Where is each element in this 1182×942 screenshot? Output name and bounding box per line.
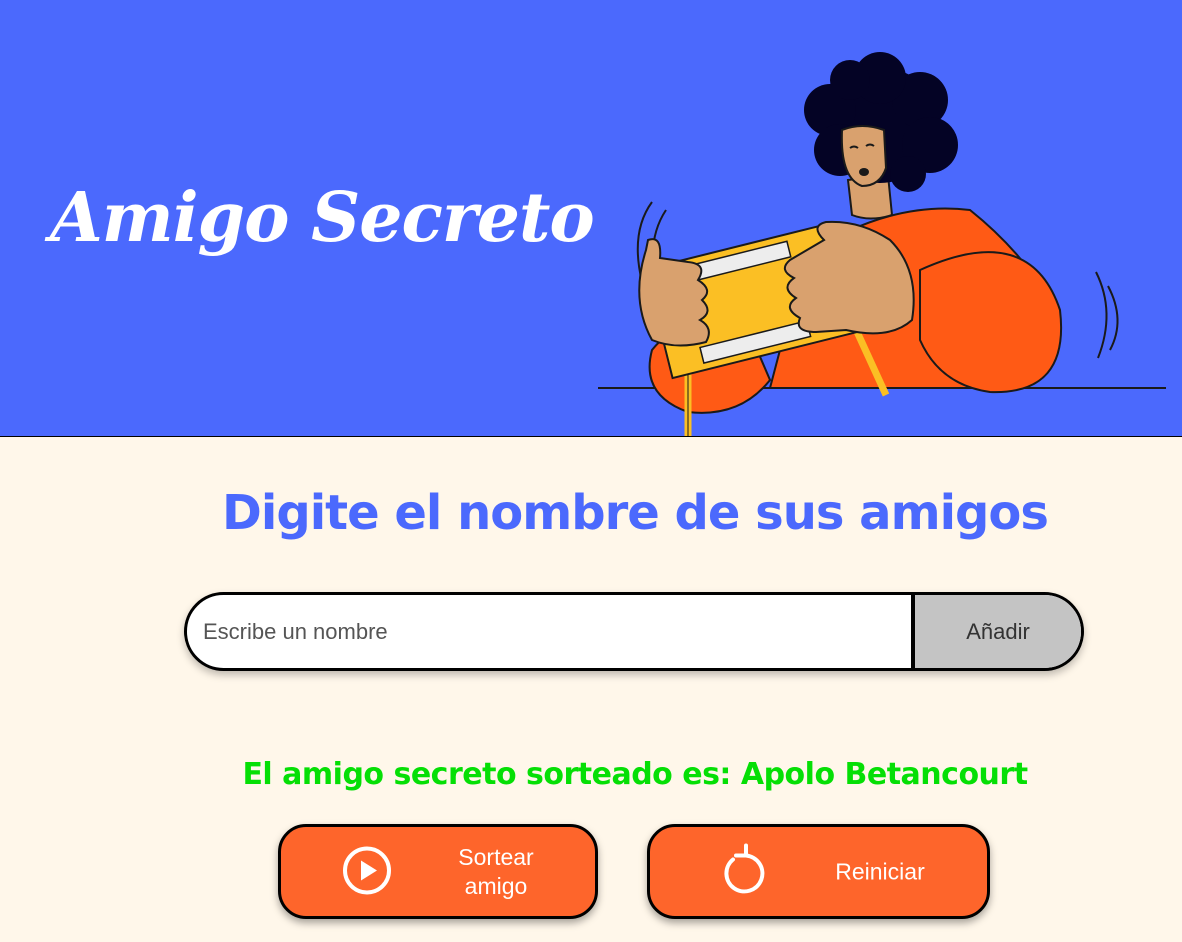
app-title: Amigo Secreto <box>50 178 595 258</box>
person-playing-handheld-game-illustration <box>598 52 1166 436</box>
app-header: Amigo Secreto <box>0 0 1182 437</box>
reset-button[interactable]: Reiniciar <box>647 824 990 919</box>
draw-friend-label: Sortear amigo <box>441 843 551 901</box>
play-circle-icon <box>341 844 393 899</box>
section-heading: Digite el nombre de sus amigos <box>222 485 1049 541</box>
main-content: Digite el nombre de sus amigos Añadir El… <box>0 437 1182 942</box>
draw-friend-label-line1: Sortear <box>458 843 534 870</box>
reset-label: Reiniciar <box>835 858 925 884</box>
draw-result-text: El amigo secreto sorteado es: Apolo Beta… <box>242 757 1028 792</box>
draw-friend-label-line2: amigo <box>464 872 528 899</box>
add-friend-form: Añadir <box>184 592 1084 671</box>
restart-icon <box>716 843 766 900</box>
friend-name-input[interactable] <box>187 595 914 668</box>
draw-friend-button[interactable]: Sortear amigo <box>278 824 598 919</box>
add-button[interactable]: Añadir <box>911 595 1081 668</box>
